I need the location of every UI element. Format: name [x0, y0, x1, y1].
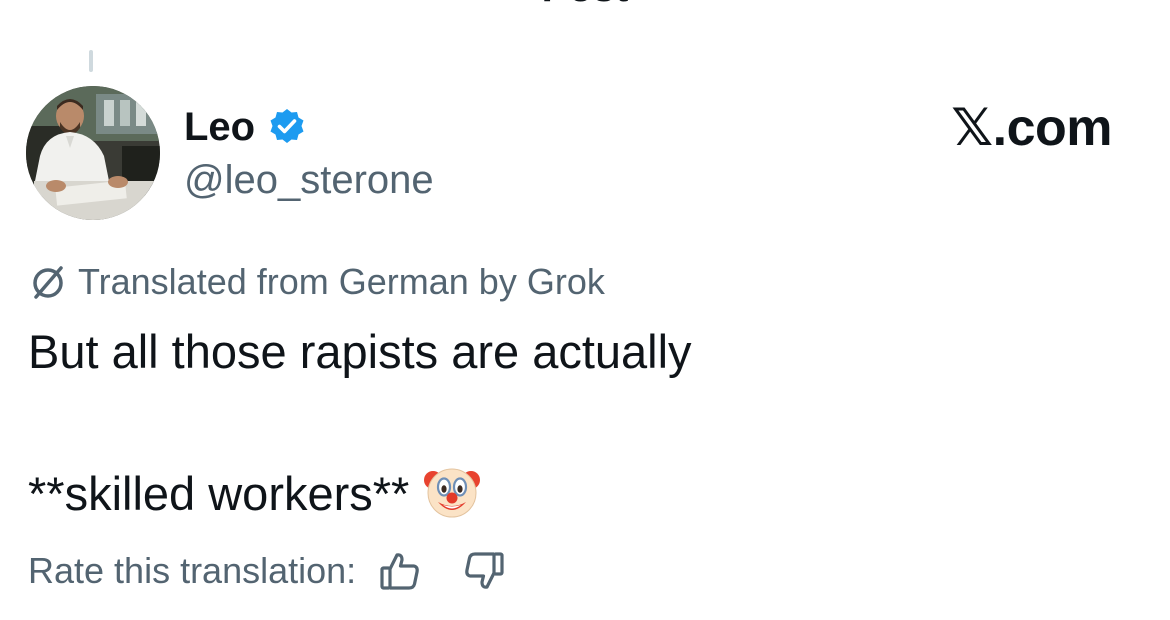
verified-badge-icon	[270, 109, 304, 143]
thumbs-up-icon[interactable]	[378, 549, 422, 593]
post-text-line: But all those rapists are actually	[28, 325, 692, 378]
translation-note-text: Translated from German by Grok	[78, 261, 605, 302]
x-com-watermark: 𝕏.com	[951, 99, 1112, 157]
avatar[interactable]	[26, 86, 160, 220]
rate-translation-row: Rate this translation:	[28, 546, 506, 596]
clown-face-emoji-icon	[424, 468, 481, 518]
thumbs-down-icon[interactable]	[462, 549, 506, 593]
page-title: Post	[0, 0, 1170, 8]
rate-translation-label: Rate this translation:	[28, 550, 357, 591]
author-handle[interactable]: @leo_sterone	[184, 156, 434, 204]
avatar-photo	[26, 86, 160, 220]
translation-note: Translated from German by Grok	[28, 260, 605, 304]
thread-connector-line	[89, 50, 93, 72]
grok-icon	[33, 266, 63, 299]
post-text-line: **skilled workers**	[28, 462, 481, 522]
author-display-name[interactable]: Leo	[184, 104, 255, 150]
author-name-row[interactable]: Leo	[184, 104, 307, 150]
post-text-emphasis: **skilled workers**	[28, 467, 410, 520]
